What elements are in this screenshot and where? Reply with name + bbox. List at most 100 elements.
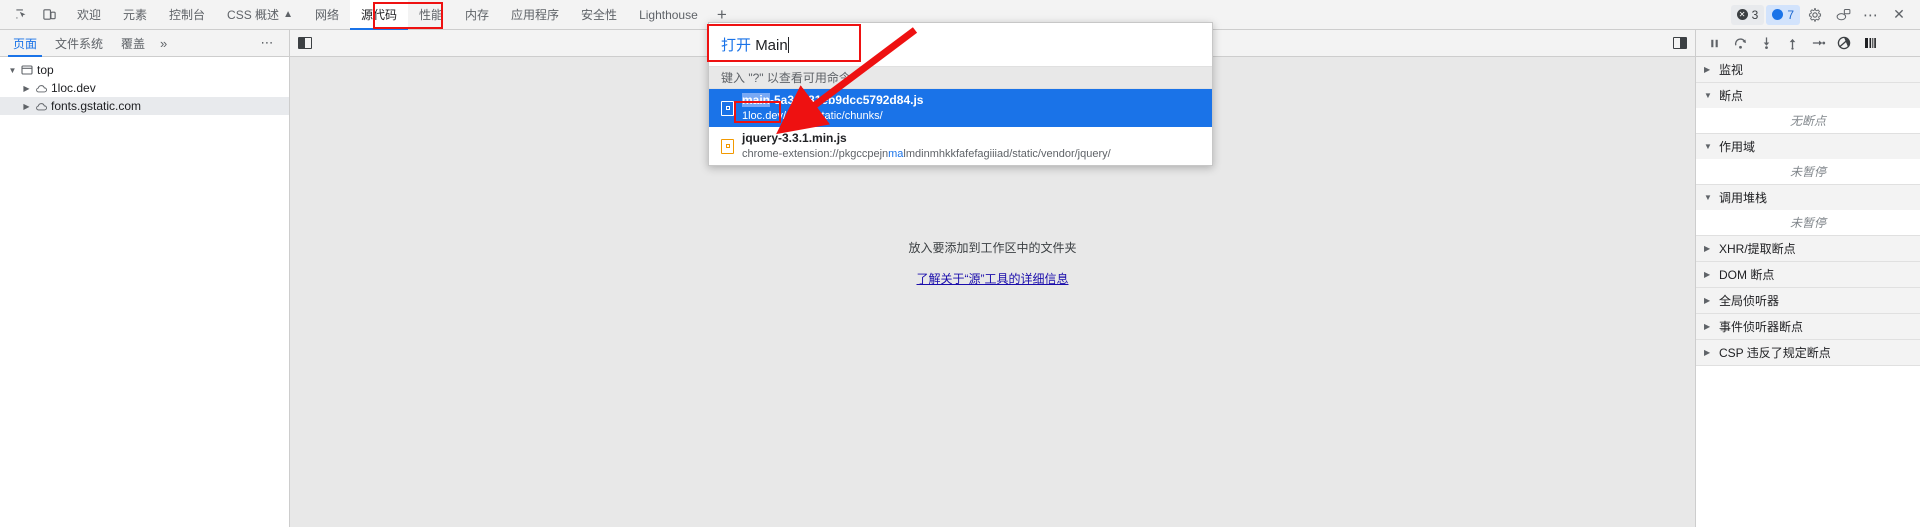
tree-item-label: top [37,63,54,77]
command-menu-result-jquery[interactable]: jquery-3.3.1.min.js chrome-extension://p… [709,127,1212,165]
section-title: 全局侦听器 [1719,294,1780,308]
tab-memory[interactable]: 内存 [454,0,500,30]
tree-row-fonts-gstatic[interactable]: ▶ fonts.gstatic.com [0,97,289,115]
step-out-icon[interactable] [1780,32,1804,54]
section-global-listeners-header[interactable]: ▶ 全局侦听器 [1696,288,1920,313]
tab-label: 安全性 [581,8,618,22]
tab-application[interactable]: 应用程序 [500,0,570,30]
chevron-right-icon: ▶ [1704,65,1711,74]
tab-performance[interactable]: 性能 [408,0,454,30]
section-watch: ▶ 监视 [1696,57,1920,83]
expand-arrow-icon[interactable]: ▼ [6,66,19,75]
pause-script-icon[interactable] [1702,32,1726,54]
section-title: 作用域 [1719,140,1756,154]
step-over-icon[interactable] [1728,32,1752,54]
section-xhr-breakpoints-header[interactable]: ▶ XHR/提取断点 [1696,236,1920,261]
inspect-element-icon[interactable] [8,3,34,27]
result-texts: main-5a3d081eb9dcc5792d84.js 1loc.dev/_n… [742,93,923,123]
tab-elements[interactable]: 元素 [112,0,158,30]
navigator-tab-page[interactable]: 页面 [4,30,46,57]
tree-item-label: fonts.gstatic.com [51,99,142,113]
tab-sources[interactable]: 源代码 [349,0,409,30]
section-call-stack: ▼ 调用堆栈 未暂停 [1696,185,1920,236]
expand-arrow-icon[interactable]: ▶ [20,102,33,111]
section-breakpoints: ▼ 断点 无断点 [1696,83,1920,134]
tree-row-top[interactable]: ▼ top [0,61,289,79]
expand-arrow-icon[interactable]: ▶ [20,84,33,93]
chevron-down-icon: ▼ [1704,91,1712,100]
drop-folder-text: 放入要添加到工作区中的文件夹 [908,241,1077,255]
navigator-tab-overrides[interactable]: 覆盖 [112,30,154,57]
tab-label: Lighthouse [639,7,698,22]
section-global-listeners: ▶ 全局侦听器 [1696,288,1920,314]
device-toolbar-icon[interactable] [36,3,62,27]
command-menu-hint: 键入 "?" 以查看可用命令 [709,66,1212,89]
text-caret [787,37,789,53]
toolbar-right-group: ✕ 3 7 ⋯ ✕ [1730,3,1920,27]
result-texts: jquery-3.3.1.min.js chrome-extension://p… [742,131,1111,161]
section-xhr-breakpoints: ▶ XHR/提取断点 [1696,236,1920,262]
command-menu-input-row[interactable]: 打开 Main [709,23,1212,66]
issues-count-badge[interactable]: 7 [1766,4,1800,25]
command-menu-result-main[interactable]: main-5a3d081eb9dcc5792d84.js 1loc.dev/_n… [709,89,1212,127]
tree-row-1loc[interactable]: ▶ 1loc.dev [0,79,289,97]
breakpoints-empty-text: 无断点 [1696,108,1920,133]
issues-icon [1772,9,1784,20]
tab-welcome[interactable]: 欢迎 [66,0,112,30]
result-match-highlight: main [742,93,771,108]
deactivate-breakpoints-icon[interactable] [1832,32,1856,54]
tab-label: 欢迎 [77,8,102,22]
tab-lighthouse[interactable]: Lighthouse [628,0,709,30]
error-count-badge[interactable]: ✕ 3 [1730,4,1765,25]
chevron-down-icon: ▼ [1704,142,1712,151]
step-into-icon[interactable] [1754,32,1778,54]
navigator-options-icon[interactable]: ⋯ [253,35,284,51]
step-icon[interactable] [1806,32,1830,54]
section-event-listener-breakpoints-header[interactable]: ▶ 事件侦听器断点 [1696,314,1920,339]
section-breakpoints-header[interactable]: ▼ 断点 [1696,83,1920,108]
tab-security[interactable]: 安全性 [570,0,628,30]
section-call-stack-header[interactable]: ▼ 调用堆栈 [1696,185,1920,210]
chevron-right-icon: ▶ [1704,270,1711,279]
more-options-icon[interactable]: ⋯ [1858,3,1884,27]
section-watch-header[interactable]: ▶ 监视 [1696,57,1920,82]
learn-more-link[interactable]: 了解关于“源”工具的详细信息 [917,270,1069,287]
devtools-window: 欢迎 元素 控制台 CSS 概述 ▲ 网络 源代码 性能 内存 应用程序 安全性 … [0,0,1920,527]
tab-label: 应用程序 [511,8,560,22]
issues-count: 7 [1787,7,1794,22]
result-subtitle: 1loc.dev/_next/static/chunks/ [742,109,883,122]
close-icon[interactable]: ✕ [1886,3,1912,27]
section-title: 事件侦听器断点 [1719,320,1804,334]
editor-toolbar-right [1673,37,1695,49]
tab-network[interactable]: 网络 [304,0,350,30]
section-csp-violation-breakpoints-header[interactable]: ▶ CSP 违反了规定断点 [1696,340,1920,365]
tab-console[interactable]: 控制台 [158,0,216,30]
dock-icon-group [4,3,66,27]
chevron-right-icon: ▶ [1704,244,1711,253]
gear-icon[interactable] [1802,3,1828,27]
navigator-tab-filesystem[interactable]: 文件系统 [46,30,112,57]
more-navigator-tabs-icon[interactable]: » [154,30,173,57]
chevron-right-icon: ▶ [1704,296,1711,305]
tab-css-overview[interactable]: CSS 概述 ▲ [216,0,304,30]
customize-devtools-icon[interactable] [1830,3,1856,27]
command-menu-input[interactable]: 打开 Main [721,34,789,55]
experimental-warning-icon: ▲ [283,9,293,20]
section-title: CSP 违反了规定断点 [1719,346,1831,360]
pause-on-exceptions-icon[interactable] [1858,32,1882,54]
section-scope: ▼ 作用域 未暂停 [1696,134,1920,185]
navigator-tab-label: 覆盖 [121,36,146,51]
result-title-rest: -5a3d081eb9dcc5792d84.js [770,93,924,108]
section-csp-violation-breakpoints: ▶ CSP 违反了规定断点 [1696,340,1920,366]
section-scope-header[interactable]: ▼ 作用域 [1696,134,1920,159]
navigator-pane: 页面 文件系统 覆盖 » ⋯ ▼ top ▶ 1loc.dev ▶ fonts.… [0,30,290,527]
tab-label: CSS 概述 [227,8,280,22]
command-menu-dialog: 打开 Main 键入 "?" 以查看可用命令 main-5a3d081eb9dc… [708,22,1213,166]
section-title: XHR/提取断点 [1719,242,1796,256]
result-subtitle: chrome-extension://pkgccpejnmalmdinmhkkf… [742,147,1111,161]
section-title: DOM 断点 [1719,268,1775,282]
show-navigator-icon[interactable] [298,37,312,49]
tab-label: 内存 [465,8,490,22]
show-debugger-icon[interactable] [1673,37,1687,49]
section-dom-breakpoints-header[interactable]: ▶ DOM 断点 [1696,262,1920,287]
